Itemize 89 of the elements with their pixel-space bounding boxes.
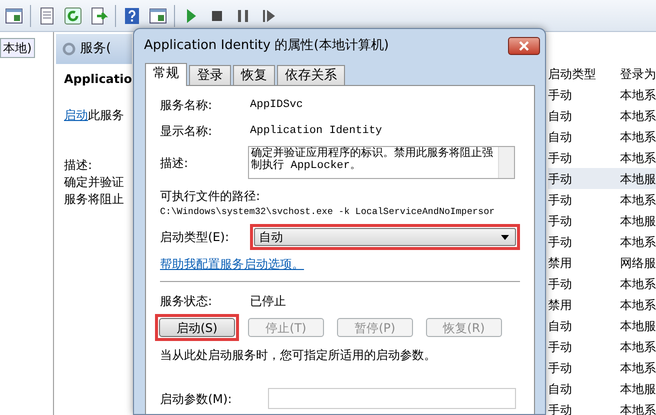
table-cell-text: 禁用 (548, 254, 573, 272)
table-cell-text: 本地系 (620, 150, 656, 166)
column-header[interactable]: 登录为 (620, 64, 656, 82)
field-label: 描述: (160, 154, 190, 172)
tab[interactable]: 依存关系 (277, 65, 345, 85)
table-cell-text: 本地系 (620, 192, 656, 208)
table-cell-text: 手动 (548, 234, 573, 250)
table-cell-text: 本地服 (620, 170, 656, 188)
field-label: 显示名称: (160, 123, 214, 140)
table-row[interactable]: 手动 本地系 (548, 147, 656, 168)
description-text: 服务将阻止 (63, 191, 125, 208)
caret-icon (501, 234, 509, 240)
description-text: 确定并验证应用程序的标识。禁用此服务将阻止强制执行 AppLocker。 (250, 147, 494, 174)
scrollbar[interactable] (498, 147, 514, 178)
table-row[interactable]: 手动 本地系 (548, 273, 656, 294)
field-label: 服务名称: (160, 97, 214, 114)
table-row[interactable]: 手动 本地系 (548, 231, 656, 252)
table-cell-text: 手动 (548, 212, 573, 230)
table-cell-text: 本地服 (620, 212, 656, 230)
table-cell-text: 网络服 (620, 254, 656, 272)
table-cell-text: 手动 (548, 86, 573, 104)
dialog-title: Application Identity 的属性(本地计算机) (144, 37, 389, 56)
table-cell-text: 手动 (548, 276, 573, 292)
hint-text: 当从此处启动服务时，您可指定所适用的启动参数。 (160, 347, 437, 364)
table-row[interactable]: 自动 本地系 (548, 105, 656, 126)
pane-title: 服务( (80, 40, 112, 58)
field-label: 可执行文件的路径: (160, 188, 262, 205)
table-row[interactable]: 自动 本地服 (548, 315, 656, 336)
table-row[interactable]: 手动 本地服 (548, 210, 656, 231)
start-link[interactable]: 启动 (64, 108, 88, 122)
field-label: 启动类型(E): (160, 229, 230, 246)
table-row[interactable]: 禁用 网络服 (548, 252, 656, 273)
table-cell-text: 本地系 (620, 86, 656, 104)
description-label: 描述: (63, 157, 94, 174)
help-icon[interactable] (122, 6, 142, 26)
table-cell-text: 手动 (548, 150, 573, 166)
column-header[interactable]: 启动类型 (548, 64, 620, 82)
table-cell-text: 本地系 (620, 402, 656, 415)
start-parameters-field[interactable] (268, 388, 516, 409)
description-text: 确定并验证 (63, 174, 125, 191)
tab[interactable]: 恢复 (233, 65, 275, 85)
table-cell-text: 本地服 (620, 318, 656, 334)
table-cell-text: 本地系 (620, 276, 656, 292)
table-cell-text: 自动 (548, 318, 573, 334)
table-cell-text: 本地系 (620, 128, 656, 146)
status-value: 已停止 (250, 293, 286, 310)
table-row[interactable]: 自动 本地服 (548, 378, 656, 399)
table-row[interactable]: 手动 本地系 (548, 189, 656, 210)
table-cell-text: 自动 (548, 128, 573, 146)
close-icon (519, 41, 529, 51)
table-cell-text: 手动 (548, 402, 573, 415)
table-row[interactable]: 手动 本地系 (548, 336, 656, 357)
table-row[interactable]: 自动 本地系 (548, 126, 656, 147)
start-sentence: 启动此服务 (64, 108, 124, 122)
table-cell-text: 自动 (548, 108, 573, 124)
help-link[interactable]: 帮助我配置服务启动选项。 (160, 255, 304, 273)
table-cell-text: 禁用 (548, 296, 573, 314)
table-cell-text: 手动 (548, 338, 573, 356)
window-icon[interactable] (148, 6, 168, 26)
table-row[interactable]: 手动 本地系 (548, 84, 656, 105)
path-value: C:\Windows\system32\svchost.exe -k LocalServiceAndNoImpersor (160, 205, 496, 218)
table-cell-text: 本地系 (620, 108, 656, 124)
field-value: AppIDSvc (250, 98, 303, 113)
service-button[interactable]: 启动(S) (159, 318, 235, 337)
table-cell-text: 本地系 (620, 296, 656, 314)
table-cell-text: 本地系 (620, 360, 656, 376)
table-cell-text: 本地系 (620, 234, 656, 250)
tab[interactable]: 常规 (145, 63, 187, 86)
window-icon[interactable] (4, 6, 24, 26)
table-cell-text: 本地服 (620, 380, 656, 398)
tab[interactable]: 登录 (189, 65, 231, 85)
refresh-icon[interactable] (63, 6, 83, 26)
table-cell-text: 手动 (548, 192, 573, 208)
field-value: Application Identity (250, 124, 382, 139)
export-icon[interactable] (89, 6, 109, 26)
table-cell-text: 手动 (548, 170, 573, 188)
startup-type-dropdown[interactable]: 自动 (254, 228, 516, 246)
close-button[interactable] (508, 37, 540, 55)
field-label: 服务状态: (160, 293, 214, 310)
table-cell-text: 手动 (548, 360, 573, 376)
field-label: 启动参数(M): (160, 390, 233, 408)
table-row[interactable]: 手动 本地系 (548, 357, 656, 378)
table-row[interactable]: 手动 本地服 (548, 168, 656, 189)
table-cell-text: 本地系 (620, 338, 656, 356)
table-row[interactable]: 禁用 本地系 (548, 294, 656, 315)
service-name: Applicatio (64, 71, 132, 88)
table-cell-text: 自动 (548, 380, 573, 398)
tree-item[interactable]: 本地) (0, 38, 35, 58)
table-row[interactable]: 手动 本地系 (548, 399, 656, 415)
